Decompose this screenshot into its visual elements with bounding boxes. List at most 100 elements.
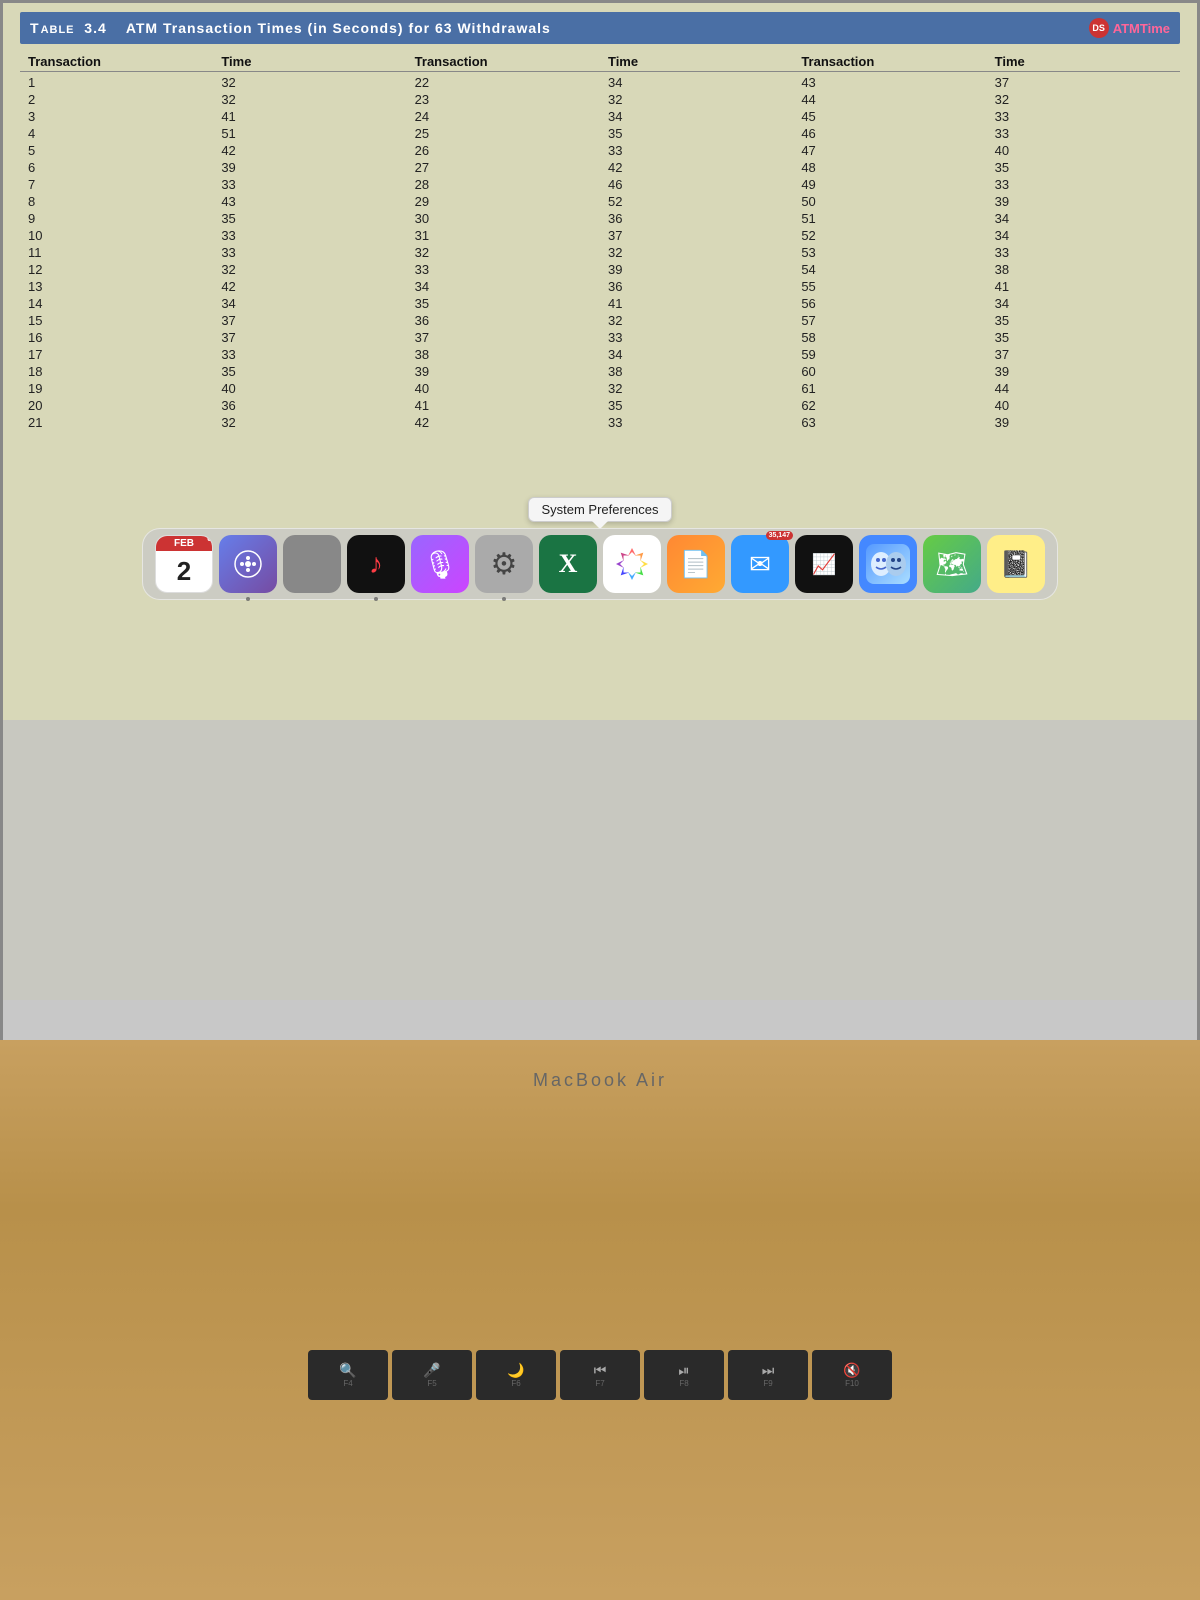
table-cell: 12	[20, 261, 213, 278]
table-cell: 41	[987, 278, 1180, 295]
table-cell: 37	[213, 312, 406, 329]
table-cell: 37	[213, 329, 406, 346]
launchpad-icon-svg	[233, 549, 263, 579]
table-cell: 51	[793, 210, 986, 227]
dock-icon-music[interactable]: ♪	[347, 535, 405, 593]
dock-icon-notes-dock[interactable]	[283, 535, 341, 593]
dock-icon-notes2[interactable]: 📓	[987, 535, 1045, 593]
dock-icon-stocks[interactable]: 📈	[795, 535, 853, 593]
table-cell: 36	[213, 397, 406, 414]
table-cell: 22	[407, 74, 600, 91]
table-cell: 58	[793, 329, 986, 346]
dock-icon-maps[interactable]: 🗺	[923, 535, 981, 593]
dock-icon-calendar[interactable]: 6FEB2	[155, 535, 213, 593]
table-cell: 32	[600, 380, 793, 397]
table-cell: 40	[987, 397, 1180, 414]
table-cell: 44	[793, 91, 986, 108]
table-cell: 47	[793, 142, 986, 159]
dock-icon-excel[interactable]: X	[539, 535, 597, 593]
table-cell: 33	[213, 244, 406, 261]
tooltip: System Preferences	[528, 497, 671, 522]
dock-dot	[374, 597, 378, 601]
table-cell: 35	[213, 363, 406, 380]
calendar-date: 2	[177, 551, 191, 592]
dock-icon-podcast[interactable]: 🎙	[411, 535, 469, 593]
table-cell: 17	[20, 346, 213, 363]
table-cell: 34	[987, 295, 1180, 312]
key-f5[interactable]: 🎤F5	[392, 1350, 472, 1400]
key-symbol: 🔍	[339, 1362, 356, 1379]
table-cell: 44	[987, 380, 1180, 397]
key-label: F9	[763, 1379, 772, 1388]
table-cell: 34	[987, 210, 1180, 227]
table-cell: 35	[213, 210, 406, 227]
table-cell: 19	[20, 380, 213, 397]
table-cell: 51	[213, 125, 406, 142]
key-f4[interactable]: 🔍F4	[308, 1350, 388, 1400]
table-cell: 28	[407, 176, 600, 193]
key-f7[interactable]: ⏮F7	[560, 1350, 640, 1400]
key-label: F6	[511, 1379, 520, 1388]
dock-icon-mail[interactable]: ✉35,147	[731, 535, 789, 593]
dock-icon-launchpad[interactable]	[219, 535, 277, 593]
dock-icon-pages[interactable]: 📄	[667, 535, 725, 593]
table-cell: 37	[407, 329, 600, 346]
key-symbol: ⏭	[762, 1362, 775, 1379]
table-cell: 42	[407, 414, 600, 431]
table-cell: 37	[987, 346, 1180, 363]
table-cell: 35	[407, 295, 600, 312]
table-cell: 32	[213, 261, 406, 278]
table-cell: 35	[600, 125, 793, 142]
table-cell: 34	[600, 346, 793, 363]
table-container: TABLE 3.4 ATM Transaction Times (in Seco…	[0, 0, 1200, 720]
table-cell: 32	[600, 244, 793, 261]
dock-icon-photos[interactable]	[603, 535, 661, 593]
key-f10[interactable]: 🔇F10	[812, 1350, 892, 1400]
table-cell: 39	[213, 159, 406, 176]
table-cell: 32	[407, 244, 600, 261]
mail-badge: 35,147	[766, 531, 793, 540]
table-description: ATM Transaction Times (in Seconds) for 6…	[126, 20, 551, 36]
dock[interactable]: 6FEB2 ♪🎙⚙X 📄✉35,147📈	[142, 528, 1058, 600]
laptop-screen: TABLE 3.4 ATM Transaction Times (in Seco…	[0, 0, 1200, 1050]
table-cell: 39	[987, 363, 1180, 380]
ds-circle: DS	[1089, 18, 1109, 38]
data-col-4: Transaction43444546474849505152535455565…	[793, 52, 986, 431]
col-header-4: Transaction	[793, 52, 986, 72]
table-cell: 52	[600, 193, 793, 210]
table-cell: 41	[407, 397, 600, 414]
table-cell: 36	[600, 278, 793, 295]
key-f8[interactable]: ⏯F8	[644, 1350, 724, 1400]
keyboard-area: 🔍F4🎤F5🌙F6⏮F7⏯F8⏭F9🔇F10	[50, 1350, 1150, 1550]
table-cell: 15	[20, 312, 213, 329]
key-f6[interactable]: 🌙F6	[476, 1350, 556, 1400]
table-cell: 37	[600, 227, 793, 244]
table-cell: 27	[407, 159, 600, 176]
key-f9[interactable]: ⏭F9	[728, 1350, 808, 1400]
table-cell: 38	[987, 261, 1180, 278]
key-symbol: 🔇	[843, 1362, 860, 1379]
table-cell: 56	[793, 295, 986, 312]
dock-icon-system-prefs[interactable]: ⚙	[475, 535, 533, 593]
table-number: 3.4	[84, 20, 106, 36]
key-symbol: ⏯	[678, 1362, 689, 1379]
finder-icon-svg	[866, 544, 910, 584]
key-label: F5	[427, 1379, 436, 1388]
table-cell: 35	[600, 397, 793, 414]
table-cell: 16	[20, 329, 213, 346]
table-cell: 25	[407, 125, 600, 142]
table-cell: 34	[600, 74, 793, 91]
table-cell: 39	[407, 363, 600, 380]
dock-icon-finder[interactable]	[859, 535, 917, 593]
table-cell: 52	[793, 227, 986, 244]
table-cell: 33	[213, 176, 406, 193]
key-label: F4	[343, 1379, 352, 1388]
key-label: F8	[679, 1379, 688, 1388]
col-header-2: Transaction	[407, 52, 600, 72]
table-cell: 13	[20, 278, 213, 295]
table-cell: 40	[987, 142, 1180, 159]
table-cell: 24	[407, 108, 600, 125]
table-cell: 43	[793, 74, 986, 91]
table-cell: 14	[20, 295, 213, 312]
table-cell: 62	[793, 397, 986, 414]
